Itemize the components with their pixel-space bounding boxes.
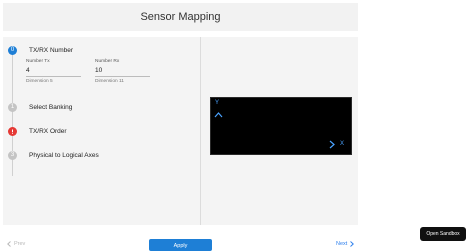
field-hint: Dimension 5 <box>26 79 53 84</box>
axes-preview: Y X <box>210 97 352 155</box>
step-select-banking[interactable]: 1 Select Banking <box>8 101 72 113</box>
wizard-footer: Prev Apply Next <box>3 236 358 251</box>
apply-button[interactable]: Apply <box>149 239 212 251</box>
next-label: Next <box>336 241 348 247</box>
step-number-badge: 3 <box>8 150 17 160</box>
step-number-badge: 0 <box>8 45 17 55</box>
field-label: Number Rx <box>95 59 120 64</box>
step-tx-rx-order[interactable]: TX/RX Order <box>8 125 67 137</box>
step-label: TX/RX Number <box>29 46 74 54</box>
chevron-left-icon <box>7 241 11 247</box>
step-label: TX/RX Order <box>29 127 67 135</box>
next-button[interactable]: Next <box>336 241 355 247</box>
step-number-badge: 1 <box>8 102 17 112</box>
open-sandbox-label: Open Sandbox <box>426 231 460 237</box>
step-tx-rx-number[interactable]: 0 TX/RX Number <box>8 44 73 56</box>
step-error-badge <box>8 126 17 136</box>
y-axis-label: Y <box>215 100 220 106</box>
panel-divider <box>200 37 201 225</box>
number-tx-input[interactable]: 4 <box>26 67 81 77</box>
error-icon <box>12 129 13 134</box>
field-label: Number Tx <box>26 59 50 64</box>
page-header: Sensor Mapping <box>3 3 358 31</box>
page-title: Sensor Mapping <box>140 11 221 23</box>
number-rx-field[interactable]: Number Rx 10 Dimension 11 <box>95 59 150 84</box>
number-tx-field[interactable]: Number Tx 4 Dimension 5 <box>26 59 81 84</box>
x-axis-label: X <box>340 141 345 147</box>
stepper: 0 TX/RX Number Number Tx 4 Dimension 5 N… <box>3 37 200 225</box>
wizard-panel: 0 TX/RX Number Number Tx 4 Dimension 5 N… <box>3 37 358 225</box>
prev-button[interactable]: Prev <box>7 241 25 247</box>
chevron-right-icon <box>350 241 355 247</box>
chevron-up-icon <box>214 112 223 118</box>
chevron-right-icon <box>329 140 335 149</box>
field-hint: Dimension 11 <box>95 79 124 84</box>
number-rx-input[interactable]: 10 <box>95 67 150 77</box>
step-label: Select Banking <box>29 103 73 111</box>
step-label: Physical to Logical Axes <box>29 151 99 159</box>
step-physical-to-logical-axes[interactable]: 3 Physical to Logical Axes <box>8 149 99 161</box>
open-sandbox-button[interactable]: Open Sandbox <box>420 227 466 241</box>
prev-label: Prev <box>14 241 26 247</box>
